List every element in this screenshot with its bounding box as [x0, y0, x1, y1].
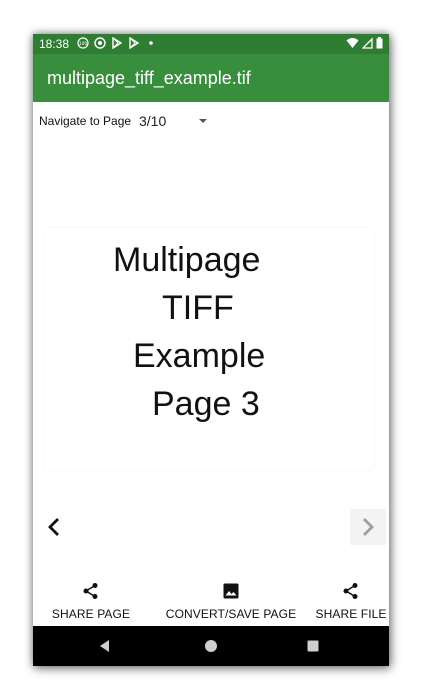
notification-icons: 100 [77, 37, 157, 49]
chevron-left-icon [48, 518, 59, 536]
document-line: Example [133, 337, 266, 375]
document-line: Page 3 [152, 385, 260, 423]
wifi-icon [346, 38, 359, 48]
play-store-icon [112, 37, 123, 49]
previous-page-button[interactable] [36, 509, 72, 545]
image-icon [223, 583, 239, 599]
svg-text:100: 100 [79, 41, 88, 47]
share-file-label: SHARE FILE [315, 607, 387, 621]
page-select-value: 3/10 [139, 113, 167, 129]
share-file-button[interactable]: SHARE FILE [313, 580, 389, 626]
signal-icon [362, 37, 373, 49]
navigate-label: Navigate to Page [39, 114, 132, 128]
share-page-button[interactable]: SHARE PAGE [51, 580, 131, 626]
share-icon [83, 583, 98, 599]
phone-screen: 18:38 100 multipage_tiff_example.tif Nav… [33, 34, 389, 666]
dropdown-arrow-icon [199, 119, 207, 123]
app-title: multipage_tiff_example.tif [47, 68, 251, 88]
recents-icon[interactable] [305, 638, 321, 654]
document-page-preview[interactable]: Multipage TIFF Example Page 3 [45, 228, 373, 470]
home-icon[interactable] [203, 638, 219, 654]
system-status-icons [346, 37, 383, 49]
share-icon [343, 583, 358, 599]
convert-save-page-label: CONVERT/SAVE PAGE [165, 607, 297, 621]
bottom-action-bar: SHARE PAGE CONVERT/SAVE PAGE SHARE FILE [33, 580, 389, 626]
chevron-right-icon [363, 518, 374, 536]
battery-icon [376, 37, 383, 49]
dot-icon [149, 41, 153, 45]
page-navigator: Navigate to Page 3/10 [39, 110, 207, 132]
app-bar: multipage_tiff_example.tif [33, 54, 389, 102]
data-saver-icon: 100 [77, 37, 89, 49]
document-line: Multipage [113, 241, 261, 279]
status-bar: 18:38 100 [33, 34, 389, 54]
play-store-icon [129, 37, 140, 49]
document-line: TIFF [162, 289, 234, 327]
share-page-label: SHARE PAGE [51, 607, 131, 621]
convert-save-page-button[interactable]: CONVERT/SAVE PAGE [165, 580, 297, 626]
page-select[interactable]: 3/10 [137, 110, 217, 132]
system-navigation-bar [33, 626, 389, 666]
back-icon[interactable] [97, 638, 113, 654]
next-page-button[interactable] [350, 509, 386, 545]
status-time: 18:38 [39, 37, 70, 51]
sync-circle-icon [94, 37, 106, 49]
